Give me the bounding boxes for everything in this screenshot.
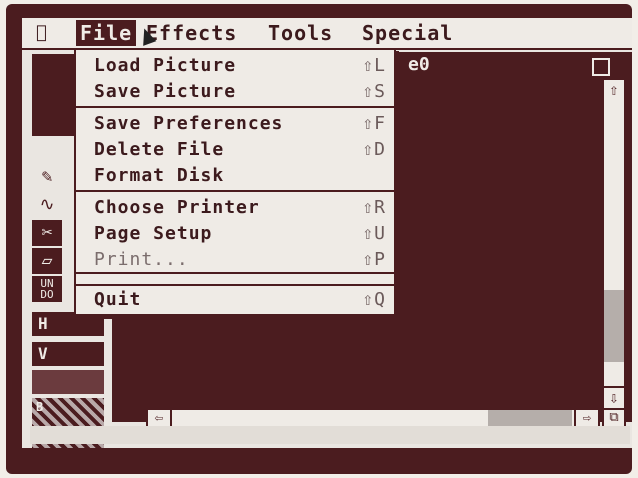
menu-separator [76,106,394,108]
menu-item-page-setup[interactable]: Page Setup ⇧U [76,220,394,246]
scissors-tool-icon[interactable]: ✂ [32,220,62,246]
fill-swatch[interactable] [32,370,104,394]
menu-item-shortcut: ⇧F [362,113,386,134]
file-menu-dropdown: Load Picture ⇧L Save Picture ⇧S Save Pre… [74,48,396,286]
menu-item-format-disk[interactable]: Format Disk [76,162,394,188]
menu-item-shortcut: ⇧L [362,55,386,76]
menu-item-shortcut: ⇧U [362,223,386,244]
menu-item-shortcut: ⇧S [362,81,386,102]
pencil-tool-icon[interactable]: ✎ [32,164,62,190]
menu-item-label: Save Preferences [94,113,284,134]
zoom-box-icon[interactable] [592,58,610,76]
menu-item-label: Format Disk [94,165,225,186]
menu-item-quit[interactable]: Quit ⇧Q [76,286,394,312]
eraser-tool-icon[interactable]: ▱ [32,248,62,274]
menu-effects[interactable]: Effects [146,20,237,46]
menu-item-quit-spacer [76,274,394,284]
desktop-strip [30,426,630,444]
menu-item-shortcut: ⇧Q [362,289,386,310]
menu-item-label: Quit [94,289,142,310]
menu-item-save-picture[interactable]: Save Picture ⇧S [76,78,394,104]
menu-item-print[interactable]: Print... ⇧P [76,246,394,272]
window-title: e0 [408,54,430,75]
undo-label-line2: DO [40,288,54,301]
menu-file[interactable]: File [76,20,137,46]
menu-item-shortcut: ⇧D [362,139,386,160]
menu-item-shortcut: ⇧R [362,197,386,218]
menu-item-label: Load Picture [94,55,237,76]
menu-item-delete-file[interactable]: Delete File ⇧D [76,136,394,162]
file-menu-dropdown-tail: Quit ⇧Q [74,286,396,316]
apple-menu-icon[interactable]:  [36,22,48,43]
menu-item-shortcut: ⇧P [362,249,386,270]
curve-tool-icon[interactable]: ∿ [32,192,62,218]
menu-item-label: Save Picture [94,81,237,102]
menu-special[interactable]: Special [362,20,453,46]
screen:  File Effects Tools Special ✎ ∿ ✂ ▱ UN … [22,18,632,448]
menu-separator [76,190,394,192]
scroll-down-arrow-icon[interactable]: ⇩ [604,386,624,410]
menu-item-load-picture[interactable]: Load Picture ⇧L [76,52,394,78]
menu-item-label: Page Setup [94,223,213,244]
menu-item-label: Delete File [94,139,225,160]
scroll-up-arrow-icon[interactable]: ⇧ [604,80,624,102]
undo-button[interactable]: UN DO [32,276,62,302]
pattern-label: B [36,400,44,414]
flip-vertical-button[interactable]: V [32,342,104,366]
vertical-scroll-thumb[interactable] [604,290,624,362]
menu-item-label: Print... [94,249,189,270]
vertical-scrollbar[interactable]: ⇧ ⇩ [602,78,626,412]
menu-item-save-preferences[interactable]: Save Preferences ⇧F [76,110,394,136]
menu-tools[interactable]: Tools [268,20,333,46]
menu-item-label: Choose Printer [94,197,260,218]
menu-bar:  File Effects Tools Special [22,18,632,50]
menu-item-choose-printer[interactable]: Choose Printer ⇧R [76,194,394,220]
